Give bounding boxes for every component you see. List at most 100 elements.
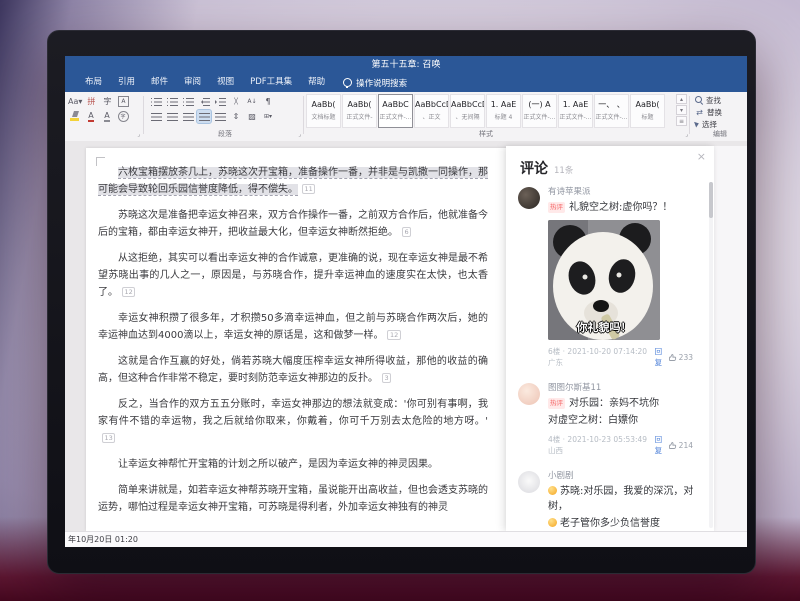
style-preview: 1. AaE [487,95,520,112]
paragraph-1: 六枚宝箱摆放茶几上，苏晓这次开宝箱，准备操作一番，并非是与凯撒一同操作，那可能会… [98,164,488,198]
tell-me-search[interactable]: 操作说明搜索 [343,77,407,89]
style-preview: AaBb( [343,95,376,112]
ribbon-tab-6[interactable]: 帮助 [300,73,333,92]
line-spacing-icon[interactable]: ⇕ [229,110,243,123]
paragraph-text: 让幸运女神帮忙开宝箱的计划之所以破产，是因为幸运女神的神灵因果。 [118,459,438,470]
comment-meta-text: 4楼 · 2021-10-23 05:53:49 山西 [548,434,650,456]
comment-count-marker[interactable]: 12 [122,287,135,297]
comment-meta: 6楼 · 2021-10-20 07:14:20 广东回复233 [548,346,695,368]
like-button[interactable]: 233 [668,353,693,362]
style-card-8[interactable]: 一、 、正式文件-... [594,94,629,128]
like-button[interactable]: 214 [668,441,693,450]
ribbon-tab-1[interactable]: 引用 [110,73,143,92]
document-text[interactable]: 六枚宝箱摆放茶几上，苏晓这次开宝箱，准备操作一番，并非是与凯撒一同操作，那可能会… [98,164,488,525]
distributed-icon[interactable] [213,110,227,123]
style-card-4[interactable]: AaBbCcD、无间隔 [450,94,485,128]
panel-scroll-thumb[interactable] [709,182,713,218]
paragraph-dialog-launcher-icon[interactable]: ⌟ [298,132,301,138]
comment-count-marker[interactable]: 11 [302,184,315,194]
font-group-row2: AA字 [68,109,140,124]
gallery-more-icon[interactable]: ≡ [676,116,687,126]
style-label: 标题 [631,112,664,121]
editing-find[interactable]: 查找 [695,94,745,106]
enclose-character-icon[interactable]: 字 [116,110,130,123]
style-card-2[interactable]: AaBbC正式文件-... [378,94,413,128]
desktop-background: 第五十五章: 召唤 布局引用邮件审阅视图PDF工具集帮助 操作说明搜索 Aa▾拼… [0,0,800,601]
bullet-list-icon[interactable] [149,95,163,108]
asian-layout-icon[interactable]: ╳ [229,95,243,108]
style-card-1[interactable]: AaBb(正式文件- [342,94,377,128]
comment-count-marker[interactable]: 3 [382,373,391,383]
align-left-icon[interactable] [149,110,163,123]
gallery-up-icon[interactable]: ▴ [676,94,687,104]
image-caption: 你礼貌吗！ [548,319,660,335]
decrease-indent-icon[interactable] [197,95,211,108]
highlight-color-icon[interactable] [68,110,82,123]
avatar[interactable] [518,471,540,493]
comment-item: 有诗苹果派热评礼貌空之树:虚你吗？！你礼貌吗！6楼 · 2021-10-20 0… [506,178,707,374]
character-scaling-icon[interactable]: 字 [100,95,114,108]
styles-dialog-launcher-icon[interactable]: ⌟ [685,132,688,138]
comment-text: 热评对乐园：亲妈不坑你 [548,396,695,411]
borders-icon[interactable]: ⊞▾ [261,110,275,123]
style-card-6[interactable]: (一) A正式文件-... [522,94,557,128]
font-color-icon[interactable]: A [84,110,98,123]
comments-count: 11条 [554,164,573,176]
word-window: 第五十五章: 召唤 布局引用邮件审阅视图PDF工具集帮助 操作说明搜索 Aa▾拼… [65,56,747,547]
reply-button[interactable]: 回复 [655,434,668,456]
ribbon-tab-5[interactable]: PDF工具集 [242,73,300,92]
ribbon-tab-4[interactable]: 视图 [209,73,242,92]
paragraph-3: 从这拒绝，其实可以看出幸运女神的合作诚意，更准确的说，现在幸运女神是最不希望苏晓… [98,250,488,301]
comment-count-marker[interactable]: 13 [102,433,115,443]
styles-group-label: 样式 [306,129,666,139]
reply-button[interactable]: 回复 [655,346,668,368]
comment-username[interactable]: 小剧剧 [548,470,695,482]
close-icon[interactable]: × [697,151,706,162]
style-card-3[interactable]: AaBbCcD、正文 [414,94,449,128]
shading-icon[interactable]: ▨ [245,110,259,123]
comments-list: 有诗苹果派热评礼貌空之树:虚你吗？！你礼貌吗！6楼 · 2021-10-20 0… [506,178,707,531]
ribbon-tab-2[interactable]: 邮件 [143,73,176,92]
font-dialog-launcher-icon[interactable]: ⌟ [137,132,140,138]
comment-image[interactable]: 你礼貌吗！ [548,220,660,340]
font-group-row1: Aa▾拼字A [68,94,140,109]
comment-count-marker[interactable]: 6 [402,227,411,237]
increase-indent-icon[interactable] [213,95,227,108]
monitor-frame: 第五十五章: 召唤 布局引用邮件审阅视图PDF工具集帮助 操作说明搜索 Aa▾拼… [47,30,756,574]
align-right-icon[interactable] [181,110,195,123]
sort-icon[interactable]: A↓ [245,95,259,108]
ribbon-tab-0[interactable]: 布局 [77,73,110,92]
character-shading-icon[interactable]: A [100,110,114,123]
align-center-icon[interactable] [165,110,179,123]
scroll-gutter[interactable] [714,146,747,531]
numbered-list-icon[interactable] [165,95,179,108]
panel-scrollbar[interactable] [709,182,713,528]
show-marks-icon[interactable]: ¶ [261,95,275,108]
multilevel-list-icon[interactable] [181,95,195,108]
character-border-icon[interactable]: A [116,95,130,108]
phonetic-guide-icon[interactable]: 拼 [84,95,98,108]
editing-replace[interactable]: ⇄替换 [695,106,745,118]
comment-count-marker[interactable]: 12 [387,330,400,340]
paragraph-8: 简单来讲就是，如若幸运女神帮苏晓开宝箱，虽说能开出高收益，但也会透支苏晓的运势，… [98,482,488,516]
status-datetime: 年10月20日 01:20 [68,535,138,544]
status-bar: 年10月20日 01:20 [65,531,747,547]
style-card-9[interactable]: AaBb(标题 [630,94,665,128]
ribbon-tab-3[interactable]: 审阅 [176,73,209,92]
justify-icon[interactable] [197,110,211,123]
comments-title: 评论 [520,158,548,178]
comment-line-text: 礼貌空之树:虚你吗？！ [569,202,672,213]
style-card-5[interactable]: 1. AaE标题 4 [486,94,521,128]
gallery-down-icon[interactable]: ▾ [676,105,687,115]
avatar[interactable] [518,383,540,405]
style-preview: AaBbCcD [451,95,484,112]
comment-username[interactable]: 图图尔斯基11 [548,382,695,394]
comment-username[interactable]: 有诗苹果派 [548,186,695,198]
style-card-7[interactable]: 1. AaE正式文件-... [558,94,593,128]
avatar[interactable] [518,187,540,209]
emoji-icon [548,518,557,527]
style-label: 正式文件-... [523,112,556,121]
comments-header: 评论 11条 [520,158,573,178]
style-card-0[interactable]: AaBb(文档标题 [306,94,341,128]
change-case-icon[interactable]: Aa▾ [68,95,82,108]
